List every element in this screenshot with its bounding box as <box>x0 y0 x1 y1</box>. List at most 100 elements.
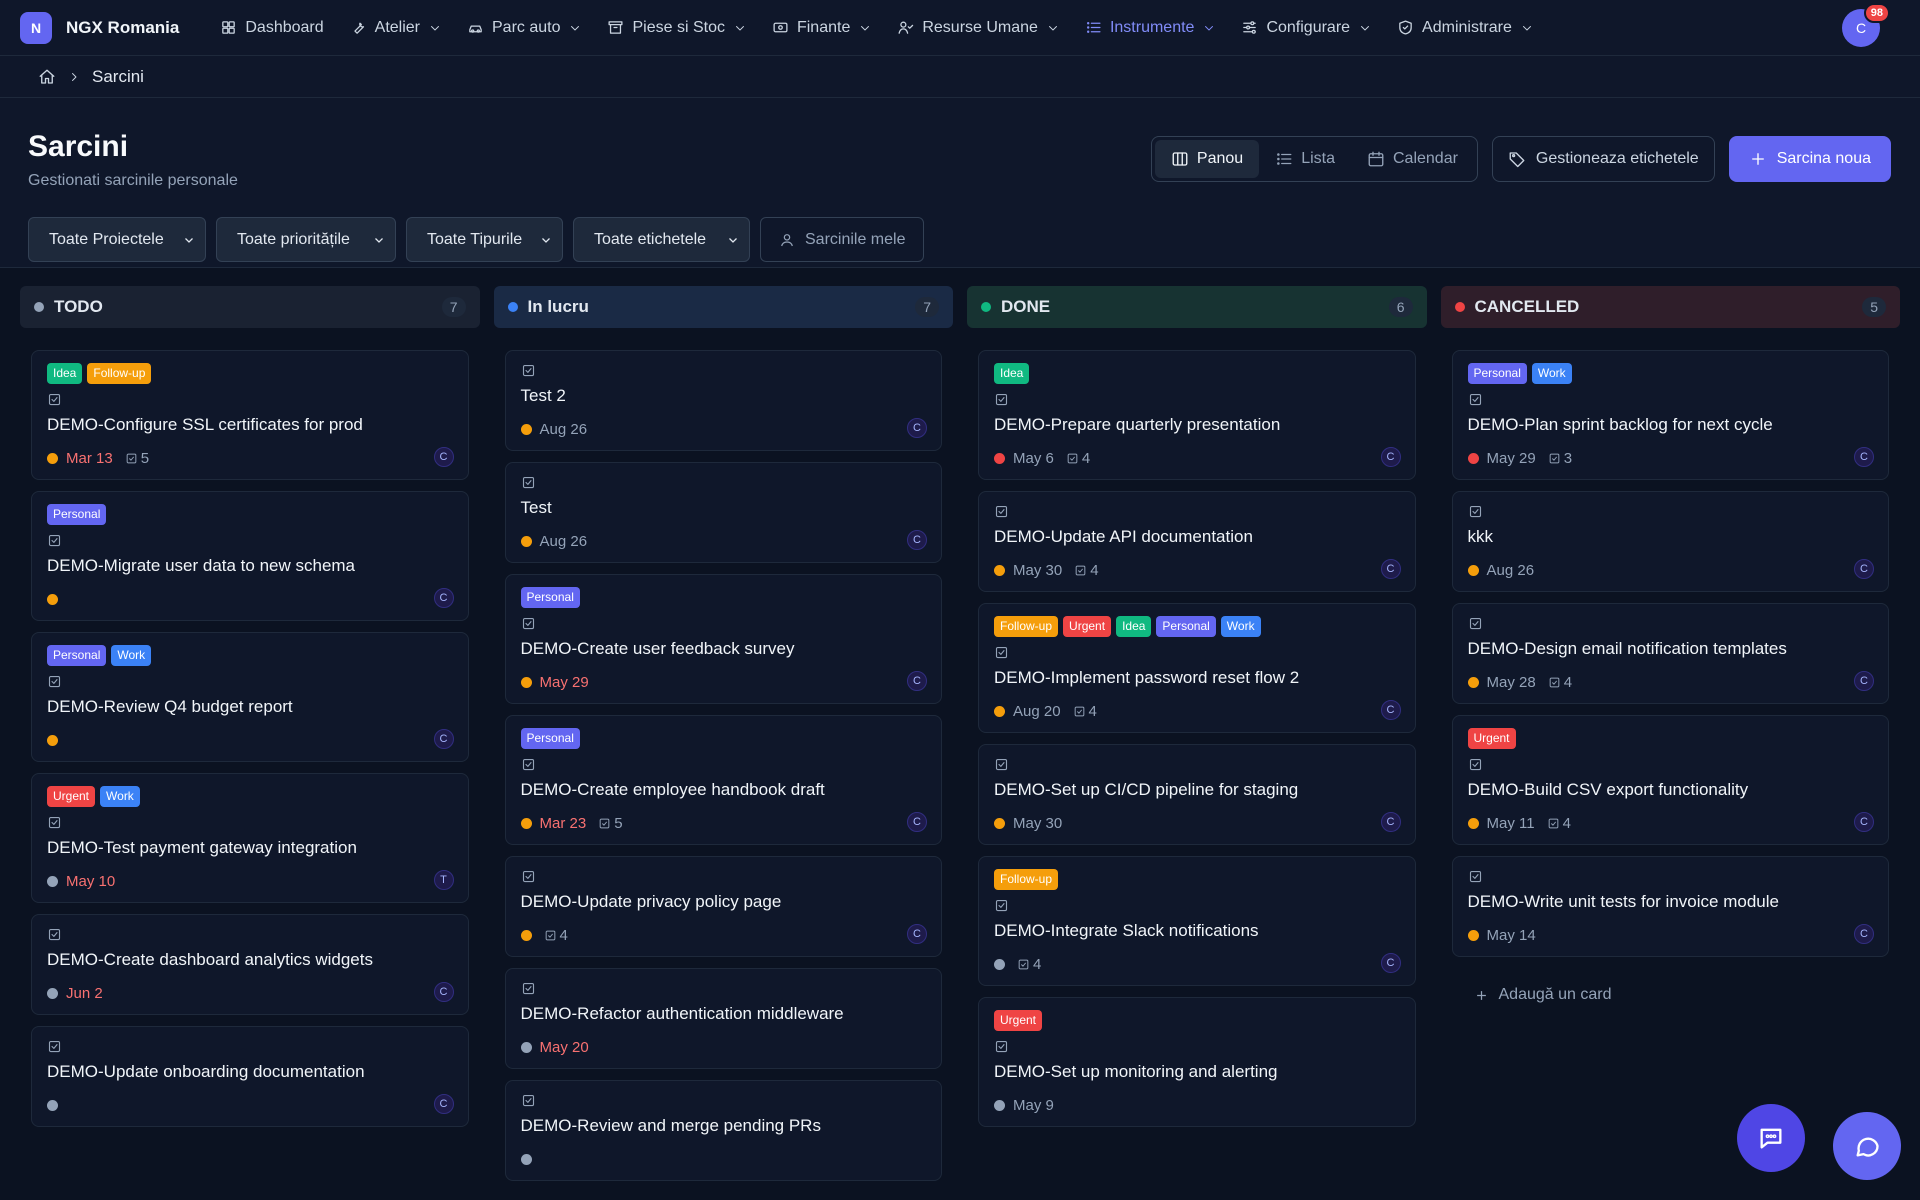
tag-personal[interactable]: Personal <box>47 504 107 525</box>
task-card[interactable]: Urgent Work DEMO-Test payment gateway int… <box>31 773 469 903</box>
assignee-avatar[interactable]: C <box>1854 812 1874 832</box>
tag-urgent[interactable]: Urgent <box>994 1010 1043 1031</box>
assignee-avatar[interactable]: C <box>1854 559 1874 579</box>
task-card[interactable]: DEMO-Update privacy policy page 4 C <box>504 856 942 957</box>
task-card[interactable]: DEMO-Update onboarding documentation C <box>31 1026 469 1127</box>
task-card[interactable]: DEMO-Design email notification templates… <box>1451 603 1889 704</box>
nav-item-administrare[interactable]: Administrare <box>1384 0 1546 56</box>
nav-item-finante[interactable]: Finante <box>759 0 884 56</box>
tag-personal[interactable]: Personal <box>520 587 580 608</box>
assignee-avatar[interactable]: C <box>1854 924 1874 944</box>
home-icon[interactable] <box>38 68 56 86</box>
tag-work[interactable]: Work <box>111 645 152 666</box>
assignee-avatar[interactable]: C <box>907 530 927 550</box>
task-card[interactable]: Personal DEMO-Create user feedback surve… <box>504 574 942 704</box>
task-card[interactable]: DEMO-Review and merge pending PRs <box>504 1080 942 1181</box>
my-tasks-label: Sarcinile mele <box>805 230 906 248</box>
task-card[interactable]: Personal Work DEMO-Plan sprint backlog fo… <box>1451 350 1889 480</box>
assignee-avatar[interactable]: C <box>433 447 454 467</box>
task-card[interactable]: Test 2 Aug 26 C <box>504 350 942 451</box>
assignee-avatar[interactable]: C <box>433 729 454 749</box>
assignee-avatar[interactable]: C <box>1854 671 1874 691</box>
due-date: May 10 <box>66 872 116 890</box>
tag-urgent[interactable]: Urgent <box>47 786 96 807</box>
task-card[interactable]: DEMO-Write unit tests for invoice module… <box>1451 856 1889 957</box>
view-panou[interactable]: Panou <box>1154 140 1260 178</box>
view-calendar[interactable]: Calendar <box>1351 140 1474 178</box>
view-lista[interactable]: Lista <box>1259 140 1351 178</box>
tag-personal[interactable]: Personal <box>1467 363 1527 384</box>
task-card[interactable]: Personal DEMO-Create employee handbook d… <box>504 715 942 845</box>
manage-labels-button[interactable]: Gestioneaza etichetele <box>1491 136 1715 182</box>
nav-item-parc-auto[interactable]: Parc auto <box>454 0 594 56</box>
assignee-avatar[interactable]: C <box>1380 812 1401 832</box>
task-card[interactable]: Test Aug 26 C <box>504 462 942 563</box>
nav-item-instrumente[interactable]: Instrumente <box>1072 0 1228 56</box>
chat-fab[interactable] <box>1833 1112 1901 1180</box>
task-card[interactable]: Follow-up Urgent Idea Personal Work DEMO-Imp… <box>978 603 1416 733</box>
labels-filter[interactable]: Toate etichetele <box>573 217 750 262</box>
assignee-avatar[interactable]: C <box>907 812 927 832</box>
task-checkbox-icon <box>522 870 534 883</box>
tag-urgent[interactable]: Urgent <box>1063 616 1112 637</box>
tag-work[interactable]: Work <box>100 786 140 807</box>
project-filter[interactable]: Toate Proiectele <box>28 217 206 262</box>
add-card-button[interactable]: Adaugă un card <box>1452 968 1890 1022</box>
task-card[interactable]: Urgent DEMO-Build CSV export functionali… <box>1451 715 1889 845</box>
assignee-avatar[interactable]: C <box>1380 953 1401 973</box>
assignee-avatar[interactable]: C <box>1380 447 1401 467</box>
tag-follow-up[interactable]: Follow-up <box>994 616 1059 637</box>
task-card[interactable]: DEMO-Update API documentation May 30 4 C <box>978 491 1416 592</box>
priority-filter[interactable]: Toate prioritățile <box>216 217 396 262</box>
task-card[interactable]: DEMO-Create dashboard analytics widgets … <box>31 914 469 1015</box>
brand[interactable]: N NGX Romania <box>20 11 179 44</box>
type-filter[interactable]: Toate Tipurile <box>406 217 563 262</box>
new-task-button[interactable]: Sarcina noua <box>1728 136 1891 182</box>
assignee-avatar[interactable]: C <box>1380 559 1401 579</box>
assignee-avatar[interactable]: C <box>433 588 454 608</box>
my-tasks-button[interactable]: Sarcinile mele <box>760 217 925 262</box>
task-card[interactable]: kkk Aug 26 C <box>1451 491 1889 592</box>
assignee-avatar[interactable]: C <box>907 418 927 438</box>
assignee-avatar[interactable]: C <box>907 671 927 691</box>
tag-follow-up[interactable]: Follow-up <box>994 869 1059 890</box>
task-card[interactable]: Personal Work DEMO-Review Q4 budget repor… <box>31 632 469 762</box>
assignee-avatar[interactable]: C <box>1854 447 1874 467</box>
assignee-avatar[interactable]: C <box>433 1094 454 1114</box>
task-card[interactable]: DEMO-Set up CI/CD pipeline for staging M… <box>978 744 1416 845</box>
assignee-avatar[interactable]: T <box>433 870 454 890</box>
task-card[interactable]: Follow-up DEMO-Integrate Slack notificat… <box>978 856 1416 986</box>
nav-item-configurare[interactable]: Configurare <box>1228 0 1384 56</box>
tag-follow-up[interactable]: Follow-up <box>87 363 152 384</box>
tag-personal[interactable]: Personal <box>1156 616 1216 637</box>
column-header[interactable]: TODO 7 <box>20 286 480 328</box>
tag-work[interactable]: Work <box>1531 363 1572 384</box>
tag-idea[interactable]: Idea <box>47 363 83 384</box>
nav-item-dashboard[interactable]: Dashboard <box>207 0 336 56</box>
assignee-avatar[interactable]: C <box>907 924 927 944</box>
tag-urgent[interactable]: Urgent <box>1467 728 1516 749</box>
task-card[interactable]: Personal DEMO-Migrate user data to new s… <box>31 491 469 621</box>
task-card[interactable]: DEMO-Refactor authentication middleware … <box>504 968 942 1069</box>
tag-personal[interactable]: Personal <box>520 728 580 749</box>
task-card[interactable]: Urgent DEMO-Set up monitoring and alerti… <box>978 997 1416 1127</box>
column-header[interactable]: In lucru 7 <box>493 286 953 328</box>
messages-fab[interactable] <box>1737 1104 1805 1172</box>
nav-item-atelier[interactable]: Atelier <box>337 0 454 56</box>
column-header[interactable]: CANCELLED 5 <box>1440 286 1900 328</box>
task-card[interactable]: Idea DEMO-Prepare quarterly presentation… <box>978 350 1416 480</box>
assignee-avatar[interactable]: C <box>433 982 454 1002</box>
column-header[interactable]: DONE 6 <box>967 286 1427 328</box>
card-tags: Personal Work <box>47 645 453 666</box>
user-menu[interactable]: C 98 <box>1842 2 1890 47</box>
task-card[interactable]: Idea Follow-up DEMO-Configure SSL certifi… <box>31 350 469 480</box>
tag-personal[interactable]: Personal <box>47 645 107 666</box>
nav-item-resurse-umane[interactable]: Resurse Umane <box>884 0 1072 56</box>
nav-item-piese-si-stoc[interactable]: Piese si Stoc <box>594 0 758 56</box>
calendar-icon <box>1368 151 1384 167</box>
tag-work[interactable]: Work <box>1220 616 1261 637</box>
tag-idea[interactable]: Idea <box>994 363 1030 384</box>
assignee-avatar[interactable]: C <box>1380 700 1401 720</box>
tag-idea[interactable]: Idea <box>1116 616 1152 637</box>
subtask-count-value: 5 <box>614 814 623 832</box>
